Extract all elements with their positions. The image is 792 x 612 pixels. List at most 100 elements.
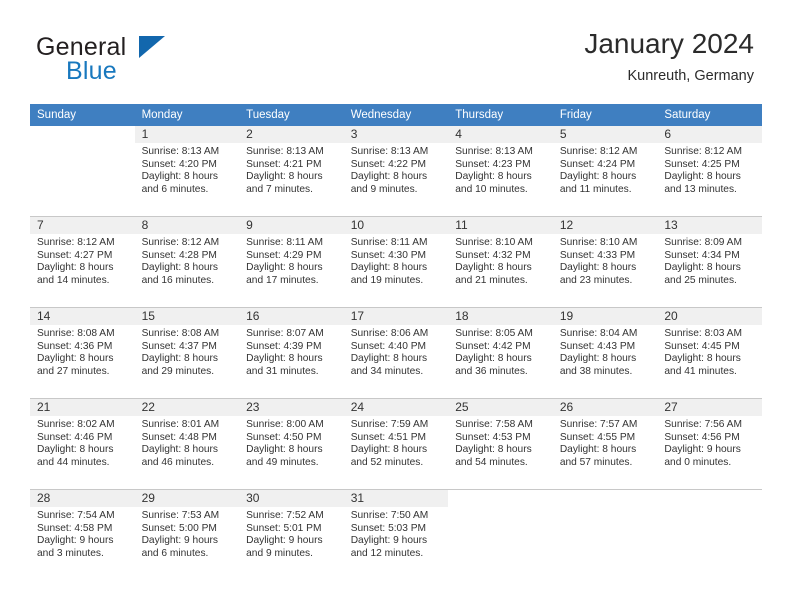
sunset-text: Sunset: 4:42 PM <box>455 340 531 352</box>
day-cell-inner: 17 Sunrise: 8:06 AM Sunset: 4:40 PM Dayligh… <box>343 308 449 398</box>
calendar-day-cell[interactable]: 28 Sunrise: 7:54 AM Sunset: 4:58 PM Dayligh… <box>30 489 135 580</box>
calendar-day-cell[interactable]: 13 Sunrise: 8:09 AM Sunset: 4:34 PM Dayligh… <box>657 216 762 308</box>
calendar-day-cell[interactable]: 11 Sunrise: 8:10 AM Sunset: 4:32 PM Dayligh… <box>448 216 553 308</box>
daylight-text-line2: and 38 minutes. <box>559 365 633 377</box>
calendar-day-cell[interactable]: 5 Sunrise: 8:12 AM Sunset: 4:24 PM Daylight… <box>552 126 658 217</box>
sunrise-text: Sunrise: 7:53 AM <box>141 510 220 521</box>
day-number: 24 <box>343 399 449 416</box>
calendar-day-cell[interactable]: 27 Sunrise: 7:56 AM Sunset: 4:56 PM Dayligh… <box>657 398 762 490</box>
day-details: Sunrise: 8:12 AM Sunset: 4:27 PM Daylight:… <box>30 234 135 287</box>
sunrise-text: Sunrise: 8:13 AM <box>141 146 220 157</box>
logo-text-blue: Blue <box>66 57 117 85</box>
daylight-text-line2: and 12 minutes. <box>350 547 424 559</box>
calendar-day-cell[interactable]: 8 Sunrise: 8:12 AM Sunset: 4:28 PM Daylight… <box>134 216 240 308</box>
sunrise-text: Sunrise: 8:05 AM <box>455 328 533 339</box>
sunset-text: Sunset: 4:20 PM <box>141 158 217 170</box>
day-number: 10 <box>343 217 449 234</box>
calendar-empty-cell <box>552 489 658 580</box>
sunset-text: Sunset: 4:24 PM <box>559 158 636 170</box>
sunset-text: Sunset: 4:45 PM <box>664 340 740 352</box>
calendar-day-cell[interactable]: 21 Sunrise: 8:02 AM Sunset: 4:46 PM Dayligh… <box>30 398 135 490</box>
calendar-day-cell[interactable]: 29 Sunrise: 7:53 AM Sunset: 5:00 PM Dayligh… <box>134 489 240 580</box>
calendar-day-cell[interactable]: 2 Sunrise: 8:13 AM Sunset: 4:21 PM Daylight… <box>239 126 344 217</box>
calendar-day-cell[interactable]: 3 Sunrise: 8:13 AM Sunset: 4:22 PM Daylight… <box>343 126 449 217</box>
daylight-text-line2: and 36 minutes. <box>455 365 528 377</box>
calendar-day-cell[interactable]: 20 Sunrise: 8:03 AM Sunset: 4:45 PM Dayligh… <box>657 307 762 399</box>
calendar-empty-cell <box>448 489 553 580</box>
daylight-text-line1: Daylight: 9 hours <box>37 535 114 547</box>
daylight-text-line1: Daylight: 9 hours <box>141 535 219 547</box>
calendar-day-cell[interactable]: 12 Sunrise: 8:10 AM Sunset: 4:33 PM Dayligh… <box>552 216 658 308</box>
day-cell-inner: 9 Sunrise: 8:11 AM Sunset: 4:29 PM Daylight… <box>239 217 344 307</box>
calendar-day-cell[interactable]: 9 Sunrise: 8:11 AM Sunset: 4:29 PM Daylight… <box>239 216 344 308</box>
calendar-day-cell[interactable]: 23 Sunrise: 8:00 AM Sunset: 4:50 PM Dayligh… <box>239 398 344 490</box>
weekday-header-thursday: Thursday <box>448 104 553 126</box>
calendar-day-cell[interactable]: 15 Sunrise: 8:08 AM Sunset: 4:37 PM Dayligh… <box>134 307 240 399</box>
day-details: Sunrise: 8:11 AM Sunset: 4:29 PM Daylight:… <box>239 234 344 287</box>
sunset-text: Sunset: 4:53 PM <box>455 431 531 443</box>
daylight-text-line1: Daylight: 9 hours <box>246 535 323 547</box>
day-number: 11 <box>448 217 553 234</box>
day-details: Sunrise: 8:13 AM Sunset: 4:22 PM Daylight:… <box>344 143 449 196</box>
daylight-text-line1: Daylight: 8 hours <box>664 353 741 365</box>
daylight-text-line2: and 46 minutes. <box>141 456 215 468</box>
sunset-text: Sunset: 4:28 PM <box>141 249 217 261</box>
calendar-day-cell[interactable]: 18 Sunrise: 8:05 AM Sunset: 4:42 PM Dayligh… <box>448 307 553 399</box>
daylight-text-line1: Daylight: 8 hours <box>350 444 428 456</box>
day-number: 23 <box>239 399 344 416</box>
day-number: 27 <box>657 399 762 416</box>
calendar-day-cell[interactable]: 24 Sunrise: 7:59 AM Sunset: 4:51 PM Dayligh… <box>343 398 449 490</box>
daylight-text-line2: and 16 minutes. <box>141 274 215 286</box>
triangle-logo-icon <box>139 36 165 58</box>
daylight-text-line1: Daylight: 8 hours <box>559 444 637 456</box>
day-number: 19 <box>552 308 658 325</box>
sunset-text: Sunset: 4:48 PM <box>141 431 217 443</box>
day-details: Sunrise: 8:12 AM Sunset: 4:24 PM Daylight:… <box>553 143 658 196</box>
sunset-text: Sunset: 4:30 PM <box>350 249 427 261</box>
calendar-day-cell[interactable]: 7 Sunrise: 8:12 AM Sunset: 4:27 PM Daylight… <box>30 216 135 308</box>
calendar-day-cell[interactable]: 1 Sunrise: 8:13 AM Sunset: 4:20 PM Daylight… <box>134 126 240 217</box>
day-details: Sunrise: 8:00 AM Sunset: 4:50 PM Daylight:… <box>239 416 344 469</box>
day-cell-inner: 28 Sunrise: 7:54 AM Sunset: 4:58 PM Dayligh… <box>30 490 135 580</box>
day-number: 25 <box>448 399 553 416</box>
calendar-day-cell[interactable]: 16 Sunrise: 8:07 AM Sunset: 4:39 PM Dayligh… <box>239 307 344 399</box>
daylight-text-line1: Daylight: 8 hours <box>246 444 323 456</box>
calendar-day-cell[interactable]: 31 Sunrise: 7:50 AM Sunset: 5:03 PM Dayligh… <box>343 489 449 580</box>
sunset-text: Sunset: 5:01 PM <box>246 522 322 534</box>
calendar-day-cell[interactable]: 6 Sunrise: 8:12 AM Sunset: 4:25 PM Daylight… <box>657 126 762 217</box>
sunrise-text: Sunrise: 8:12 AM <box>664 146 742 157</box>
sunrise-text: Sunrise: 8:08 AM <box>37 328 115 339</box>
sunset-text: Sunset: 4:22 PM <box>350 158 427 170</box>
calendar-day-cell[interactable]: 30 Sunrise: 7:52 AM Sunset: 5:01 PM Dayligh… <box>239 489 344 580</box>
daylight-text-line2: and 7 minutes. <box>246 183 313 195</box>
calendar-day-cell[interactable]: 26 Sunrise: 7:57 AM Sunset: 4:55 PM Dayligh… <box>552 398 658 490</box>
sunrise-text: Sunrise: 8:07 AM <box>246 328 324 339</box>
day-number: 1 <box>134 126 240 143</box>
day-cell-inner: 2 Sunrise: 8:13 AM Sunset: 4:21 PM Daylight… <box>239 126 344 216</box>
daylight-text-line1: Daylight: 8 hours <box>37 262 114 274</box>
sunset-text: Sunset: 5:00 PM <box>141 522 217 534</box>
calendar-day-cell[interactable]: 4 Sunrise: 8:13 AM Sunset: 4:23 PM Daylight… <box>448 126 553 217</box>
daylight-text-line2: and 11 minutes. <box>559 183 632 195</box>
day-number: 14 <box>30 308 135 325</box>
daylight-text-line2: and 44 minutes. <box>37 456 110 468</box>
calendar-page: General Blue January 2024 Kunreuth, Germ… <box>0 0 792 612</box>
sunset-text: Sunset: 4:55 PM <box>559 431 636 443</box>
sunrise-text: Sunrise: 8:03 AM <box>664 328 742 339</box>
calendar-day-cell[interactable]: 14 Sunrise: 8:08 AM Sunset: 4:36 PM Dayligh… <box>30 307 135 399</box>
daylight-text-line2: and 9 minutes. <box>350 183 418 195</box>
sunset-text: Sunset: 4:40 PM <box>350 340 427 352</box>
day-cell-inner <box>448 490 553 580</box>
calendar-day-cell[interactable]: 19 Sunrise: 8:04 AM Sunset: 4:43 PM Dayligh… <box>552 307 658 399</box>
sunrise-text: Sunrise: 7:56 AM <box>664 419 742 430</box>
day-details: Sunrise: 7:54 AM Sunset: 4:58 PM Daylight:… <box>30 507 135 560</box>
sunset-text: Sunset: 4:56 PM <box>664 431 740 443</box>
day-cell-inner: 15 Sunrise: 8:08 AM Sunset: 4:37 PM Dayligh… <box>134 308 240 398</box>
calendar-day-cell[interactable]: 25 Sunrise: 7:58 AM Sunset: 4:53 PM Dayligh… <box>448 398 553 490</box>
calendar-day-cell[interactable]: 22 Sunrise: 8:01 AM Sunset: 4:48 PM Dayligh… <box>134 398 240 490</box>
calendar-day-cell[interactable]: 17 Sunrise: 8:06 AM Sunset: 4:40 PM Dayligh… <box>343 307 449 399</box>
general-blue-logo[interactable]: General Blue <box>36 33 256 89</box>
sunset-text: Sunset: 4:29 PM <box>246 249 322 261</box>
calendar-day-cell[interactable]: 10 Sunrise: 8:11 AM Sunset: 4:30 PM Dayligh… <box>343 216 449 308</box>
title-block: January 2024 Kunreuth, Germany <box>584 27 754 85</box>
